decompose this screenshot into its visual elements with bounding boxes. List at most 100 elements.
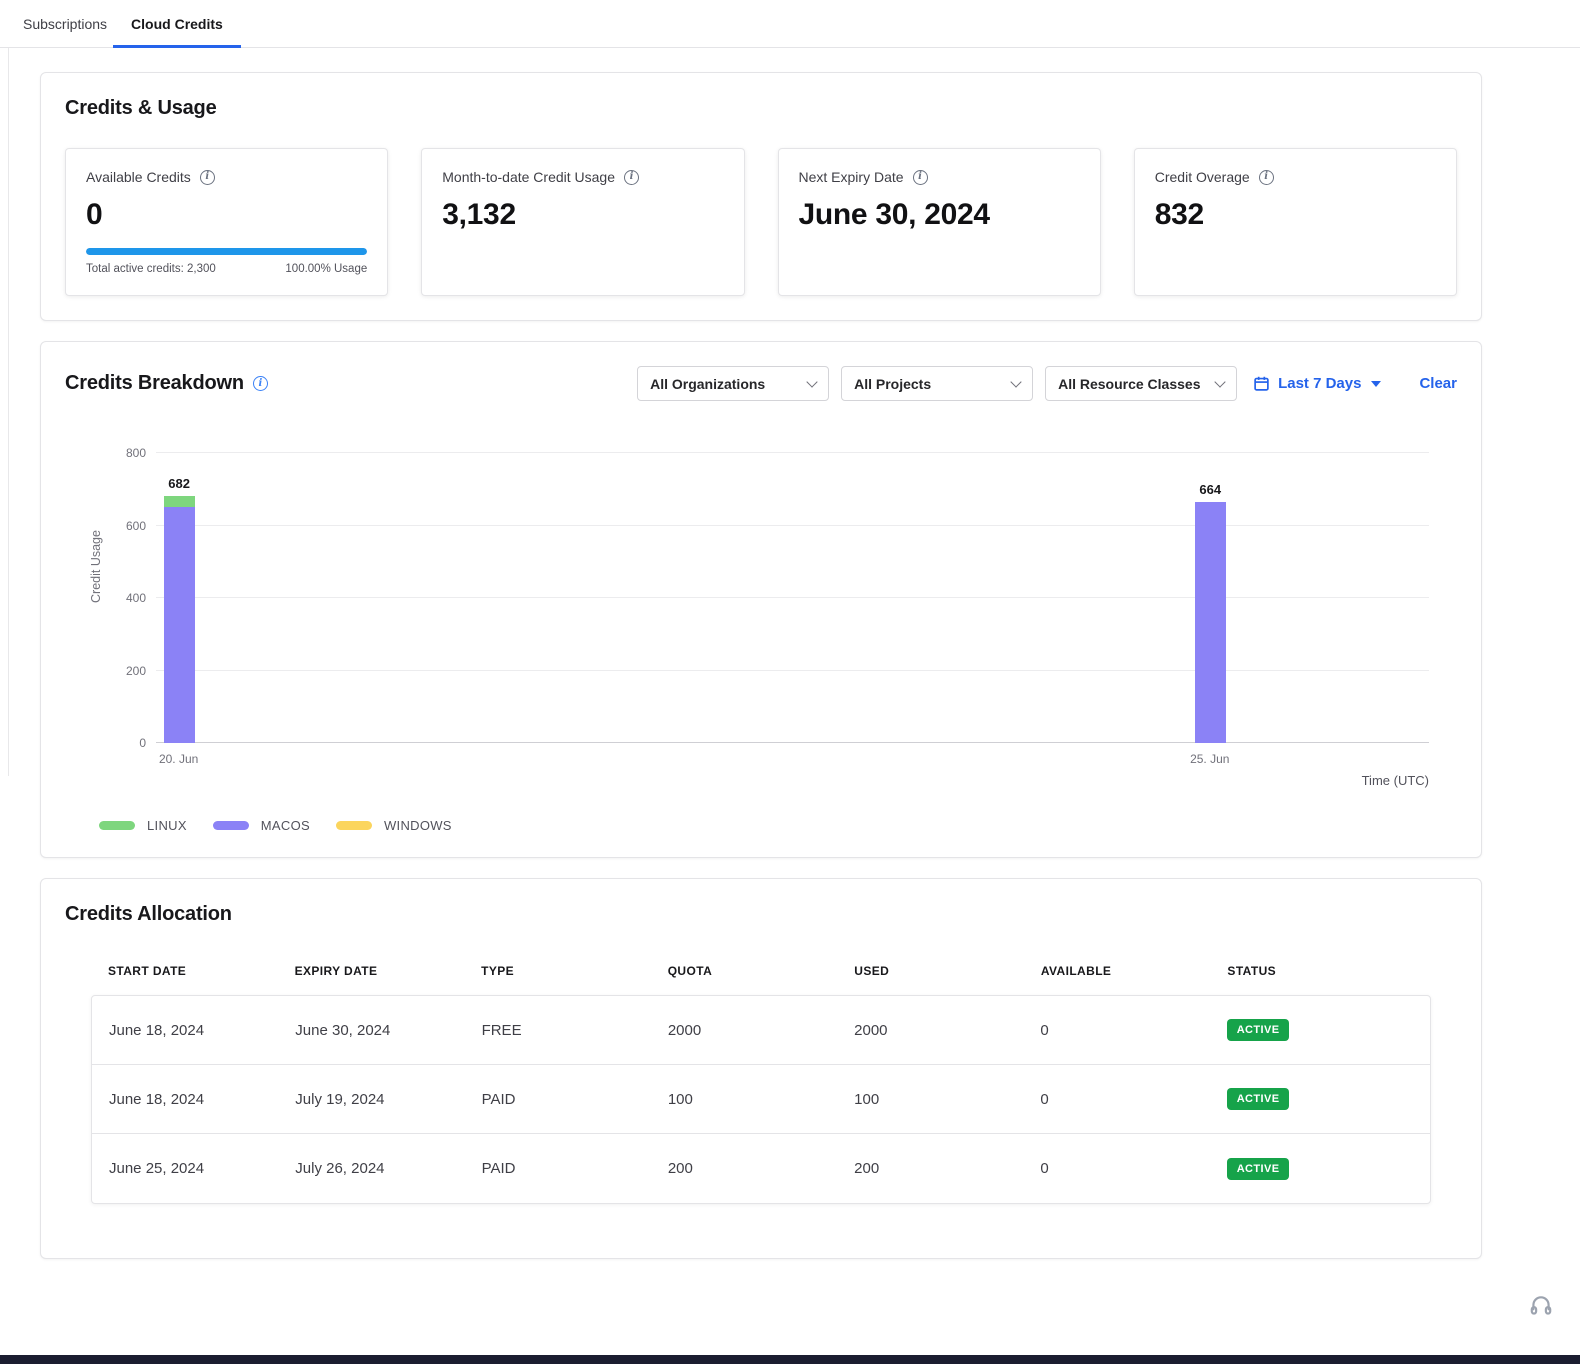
chart-gridline xyxy=(156,452,1429,453)
status-badge: ACTIVE xyxy=(1227,1088,1290,1110)
chart-gridline xyxy=(156,670,1429,671)
caret-down-icon xyxy=(1371,381,1381,387)
info-icon[interactable] xyxy=(624,170,639,185)
credits-breakdown-title: Credits Breakdown xyxy=(65,372,244,395)
cell-type: PAID xyxy=(482,1091,668,1108)
info-icon[interactable] xyxy=(1259,170,1274,185)
chart-plot: 020040060080068220. Jun66425. Jun xyxy=(156,453,1429,743)
stat-value: 3,132 xyxy=(442,198,723,232)
credits-usage-section: Credits & Usage Available Credits 0 Tota… xyxy=(40,72,1482,321)
info-icon[interactable] xyxy=(253,376,268,391)
column-header-expiry-date: EXPIRY DATE xyxy=(295,964,482,978)
stat-card-credit-overage: Credit Overage 832 xyxy=(1134,148,1457,296)
cell-start-date: June 25, 2024 xyxy=(109,1160,295,1177)
chart-bar-segment-linux xyxy=(164,496,195,507)
cell-available: 0 xyxy=(1040,1160,1226,1177)
chevron-down-icon xyxy=(1214,376,1225,387)
legend-label: LINUX xyxy=(147,818,187,833)
table-header-row: START DATE EXPIRY DATE TYPE QUOTA USED A… xyxy=(91,964,1431,978)
stat-card-available-credits: Available Credits 0 Total active credits… xyxy=(65,148,388,296)
cell-expiry-date: July 19, 2024 xyxy=(295,1091,481,1108)
date-range-picker[interactable]: Last 7 Days xyxy=(1253,375,1381,392)
column-header-start-date: START DATE xyxy=(108,964,295,978)
chart-bar-segment-macos xyxy=(164,507,195,743)
chevron-down-icon xyxy=(806,376,817,387)
credits-breakdown-section: Credits Breakdown All Organizations All … xyxy=(40,341,1482,858)
x-axis-title: Time (UTC) xyxy=(156,773,1429,788)
resource-classes-select-value: All Resource Classes xyxy=(1058,376,1200,392)
chart-bar: 682 xyxy=(164,453,195,743)
cell-quota: 100 xyxy=(668,1091,854,1108)
stat-card-mtd-usage: Month-to-date Credit Usage 3,132 xyxy=(421,148,744,296)
chart-legend: LINUX MACOS WINDOWS xyxy=(99,818,1457,833)
resource-classes-select[interactable]: All Resource Classes xyxy=(1045,366,1237,401)
legend-label: MACOS xyxy=(261,818,310,833)
legend-item-linux[interactable]: LINUX xyxy=(99,818,187,833)
chart-bar-segment-macos xyxy=(1195,502,1226,743)
table-row: June 18, 2024 July 19, 2024 PAID 100 100… xyxy=(92,1065,1430,1134)
organizations-select-value: All Organizations xyxy=(650,376,765,392)
bottom-bar xyxy=(0,1355,1580,1364)
status-badge: ACTIVE xyxy=(1227,1019,1290,1041)
chevron-down-icon xyxy=(1010,376,1021,387)
credits-progress-fill xyxy=(86,248,367,255)
stat-label: Available Credits xyxy=(86,169,191,185)
y-axis-title: Credit Usage xyxy=(89,530,103,603)
credits-allocation-title: Credits Allocation xyxy=(65,903,1457,926)
credits-allocation-table: START DATE EXPIRY DATE TYPE QUOTA USED A… xyxy=(91,964,1431,1204)
tab-cloud-credits[interactable]: Cloud Credits xyxy=(119,0,235,47)
credits-progress-bar xyxy=(86,248,367,255)
y-axis-tick-label: 800 xyxy=(126,446,146,460)
cell-used: 200 xyxy=(854,1160,1040,1177)
bar-value-label: 682 xyxy=(168,476,190,491)
clear-filters-button[interactable]: Clear xyxy=(1419,375,1457,392)
stat-value: 0 xyxy=(86,198,367,232)
cell-used: 2000 xyxy=(854,1022,1040,1039)
chart-gridline xyxy=(156,742,1429,743)
legend-item-macos[interactable]: MACOS xyxy=(213,818,310,833)
stat-value: June 30, 2024 xyxy=(799,198,1080,232)
legend-swatch xyxy=(213,821,249,830)
projects-select-value: All Projects xyxy=(854,376,931,392)
table-body: June 18, 2024 June 30, 2024 FREE 2000 20… xyxy=(91,995,1431,1204)
cell-expiry-date: June 30, 2024 xyxy=(295,1022,481,1039)
legend-label: WINDOWS xyxy=(384,818,452,833)
chart-gridline xyxy=(156,525,1429,526)
table-row: June 25, 2024 July 26, 2024 PAID 200 200… xyxy=(92,1134,1430,1203)
y-axis-tick-label: 600 xyxy=(126,519,146,533)
y-axis-tick-label: 0 xyxy=(139,736,146,750)
cell-available: 0 xyxy=(1040,1022,1226,1039)
projects-select[interactable]: All Projects xyxy=(841,366,1033,401)
cell-type: PAID xyxy=(482,1160,668,1177)
x-axis-tick-label: 20. Jun xyxy=(159,752,198,766)
x-axis-tick-label: 25. Jun xyxy=(1190,752,1229,766)
tab-bar: Subscriptions Cloud Credits xyxy=(0,0,1580,48)
chart-bar: 664 xyxy=(1195,453,1226,743)
column-header-quota: QUOTA xyxy=(668,964,855,978)
legend-item-windows[interactable]: WINDOWS xyxy=(336,818,452,833)
cell-type: FREE xyxy=(482,1022,668,1039)
column-header-available: AVAILABLE xyxy=(1041,964,1228,978)
tab-subscriptions[interactable]: Subscriptions xyxy=(11,0,119,47)
column-header-used: USED xyxy=(854,964,1041,978)
stat-label: Next Expiry Date xyxy=(799,169,904,185)
legend-swatch xyxy=(336,821,372,830)
column-header-status: STATUS xyxy=(1227,964,1414,978)
info-icon[interactable] xyxy=(913,170,928,185)
stat-card-row: Available Credits 0 Total active credits… xyxy=(65,148,1457,296)
date-range-value: Last 7 Days xyxy=(1278,375,1361,392)
bar-value-label: 664 xyxy=(1199,482,1221,497)
support-icon[interactable] xyxy=(1528,1293,1554,1324)
column-header-type: TYPE xyxy=(481,964,668,978)
stat-value: 832 xyxy=(1155,198,1436,232)
credits-breakdown-chart: Credit Usage 020040060080068220. Jun6642… xyxy=(65,453,1457,788)
cell-available: 0 xyxy=(1040,1091,1226,1108)
chart-gridline xyxy=(156,597,1429,598)
info-icon[interactable] xyxy=(200,170,215,185)
organizations-select[interactable]: All Organizations xyxy=(637,366,829,401)
cell-quota: 2000 xyxy=(668,1022,854,1039)
credits-allocation-section: Credits Allocation START DATE EXPIRY DAT… xyxy=(40,878,1482,1259)
usage-percent-label: 100.00% Usage xyxy=(285,263,367,275)
cell-start-date: June 18, 2024 xyxy=(109,1091,295,1108)
main-content: Credits & Usage Available Credits 0 Tota… xyxy=(0,48,1580,1259)
